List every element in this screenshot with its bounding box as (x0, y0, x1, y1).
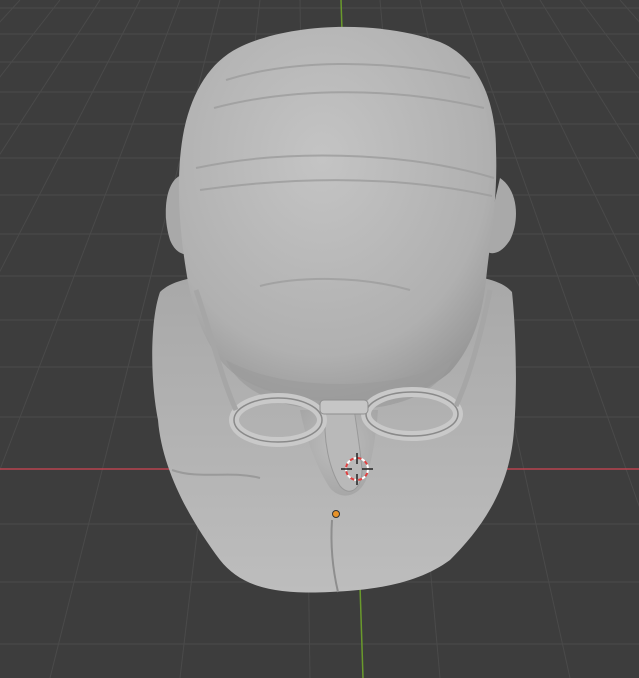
3d-viewport[interactable] (0, 0, 639, 678)
bust-mesh[interactable] (152, 26, 516, 593)
origin-marker-icon (332, 510, 340, 518)
head (178, 26, 497, 403)
glasses-bridge (319, 399, 369, 415)
viewport-canvas[interactable] (0, 0, 639, 678)
